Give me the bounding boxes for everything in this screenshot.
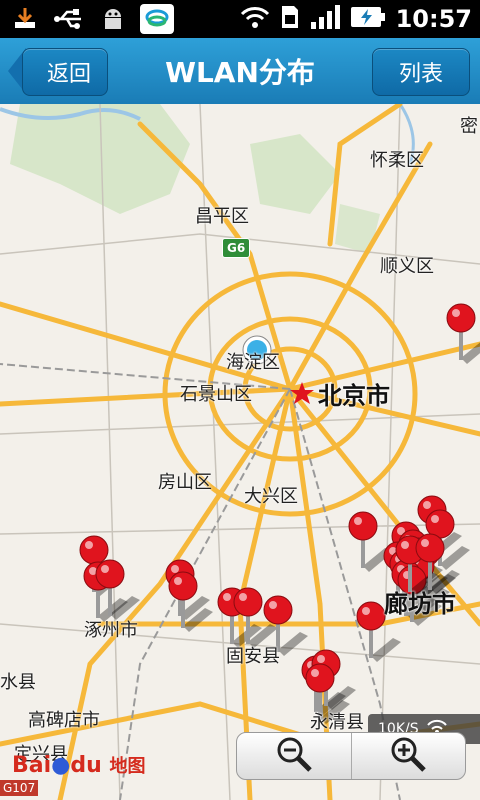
wlan-pin-highlight <box>269 601 277 609</box>
wlan-pin-highlight <box>171 565 179 573</box>
map-label-miyun: 密 <box>460 116 478 137</box>
wlan-pin-highlight <box>401 541 409 549</box>
usb-icon <box>52 4 86 34</box>
wlan-pin-head <box>263 595 293 625</box>
wlan-pin-head <box>415 533 445 563</box>
baidu-logo-du: du <box>70 753 102 778</box>
wlan-pin-highlight <box>362 607 370 615</box>
clock-time: 10:57 <box>395 5 472 33</box>
wlan-pin-highlight <box>354 517 362 525</box>
title-bar: 返回 WLAN分布 列表 <box>0 38 480 105</box>
android-debug-icon <box>96 4 130 34</box>
wlan-pin-head <box>305 663 335 693</box>
wlan-pin-highlight <box>431 515 439 523</box>
map-label-changping: 昌平区 <box>195 206 249 227</box>
back-button[interactable]: 返回 <box>22 48 108 96</box>
wlan-pin-highlight <box>452 309 460 317</box>
signal-icon <box>310 4 340 34</box>
baidu-logo-map: 地图 <box>109 756 146 777</box>
map-label-fangshan: 房山区 <box>158 472 212 493</box>
wlan-pin-head <box>446 303 476 333</box>
sim-icon <box>280 4 300 34</box>
wlan-pin-highlight <box>239 593 247 601</box>
page-title: WLAN分布 <box>165 56 315 89</box>
map-label-zhuozhou: 涿州市 <box>84 620 138 641</box>
map-label-shijingshan: 石景山区 <box>180 384 252 405</box>
wlan-pin-head <box>168 571 198 601</box>
wlan-pin-highlight <box>421 539 429 547</box>
zoom-control <box>236 732 466 780</box>
wlan-pin-highlight <box>174 577 182 585</box>
map-label-shuixian: 水县 <box>0 672 36 693</box>
list-button[interactable]: 列表 <box>372 48 470 96</box>
map-label-haidian: 海淀区 <box>226 352 280 373</box>
list-button-label: 列表 <box>398 62 443 87</box>
paw-icon: ● <box>51 753 71 778</box>
battery-charging-icon <box>350 4 386 34</box>
wlan-pin-head <box>79 535 109 565</box>
highway-shield-g6: G6 <box>222 238 251 258</box>
wlan-pin-highlight <box>311 669 319 677</box>
back-button-label: 返回 <box>46 62 91 87</box>
road-badge-g107: G107 <box>0 780 39 796</box>
map-label-huairou: 怀柔区 <box>370 150 424 171</box>
map-label-shunyi: 顺义区 <box>380 256 434 277</box>
wifi-icon <box>240 5 270 33</box>
wlan-pin-highlight <box>423 501 431 509</box>
wlan-pin-head <box>348 511 378 541</box>
map-label-daxing: 大兴区 <box>244 486 298 507</box>
wlan-pin-head <box>356 601 386 631</box>
zoom-out-button[interactable] <box>237 733 351 779</box>
wlan-pin-head <box>95 559 125 589</box>
wlan-pin-highlight <box>85 541 93 549</box>
map-view[interactable]: 密 怀柔区 昌平区 G6 顺义区 海淀区 石景山区 北京市 房山区 大兴区 涿州… <box>0 104 480 800</box>
baidu-logo-bai: Bai <box>12 753 52 778</box>
map-label-beijing: 北京市 <box>318 382 390 410</box>
map-label-langfang: 廊坊市 <box>384 590 456 618</box>
wlan-pin-head <box>233 587 263 617</box>
map-label-guan: 固安县 <box>226 646 280 667</box>
china-mobile-icon <box>140 4 174 34</box>
baidu-map-logo: Bai●du 地图 <box>12 752 145 778</box>
wlan-pin-highlight <box>101 565 109 573</box>
download-icon <box>8 4 42 34</box>
status-bar: 10:57 <box>0 0 480 38</box>
wlan-pin-highlight <box>223 593 231 601</box>
wlan-pin-highlight <box>317 655 325 663</box>
zoom-in-button[interactable] <box>352 733 466 779</box>
zoom-out-icon <box>274 735 314 777</box>
zoom-in-icon <box>388 735 428 777</box>
map-label-gaobeidian: 高碑店市 <box>28 710 100 731</box>
map-label-yongqing: 永清县 <box>310 712 364 733</box>
